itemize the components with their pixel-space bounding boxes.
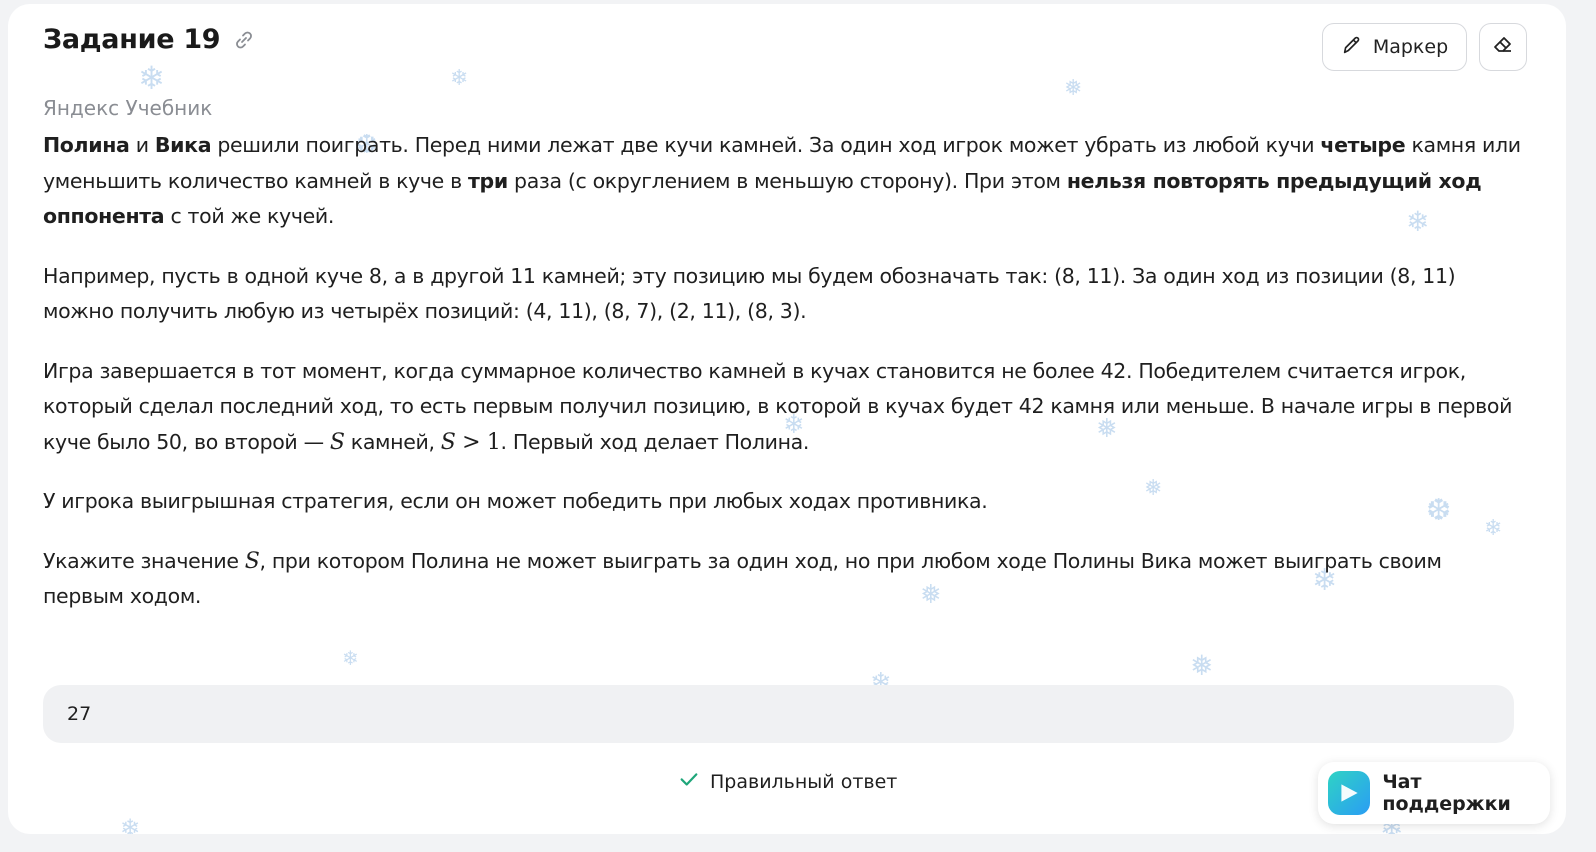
problem-question: Укажите значение S, при котором Полина н… [43,544,1523,615]
check-icon [678,768,700,795]
problem-text: Полина и Вика решили поиграть. Перед ним… [43,128,1523,639]
support-chat-label: Чат поддержки [1382,771,1511,815]
snowflake-icon: ❄ [450,66,469,91]
text: камней, [344,429,441,454]
math-expression: > 1 [455,429,501,455]
eraser-icon [1491,33,1515,61]
text: раза (с округлением в меньшую сторону). … [507,168,1067,193]
answer-value: 27 [67,703,92,725]
snowflake-icon: ❅ [1190,649,1214,682]
problem-paragraph: У игрока выигрышная стратегия, если он м… [43,489,988,513]
marker-button-label: Маркер [1372,36,1449,58]
marker-button[interactable]: Маркер [1322,23,1467,71]
snowflake-icon: ❄ [342,646,359,670]
snowflake-icon: ❄ [138,59,165,97]
math-variable: S [440,429,456,455]
answer-field[interactable]: 27 [43,685,1514,743]
task-card: ❄ ❄ ❅ ❆ ❄ ❄ ❅ ❅ ❆ ❄ ❄ ❅ ❄ ❅ ❄ ❄ ❅ ❄ ❄ За… [8,4,1566,834]
text-bold: три [468,168,508,193]
snowflake-icon: ❄ [120,814,141,834]
snowflake-icon: ❅ [1064,76,1083,101]
math-variable: S [329,429,345,455]
text-bold: Полина [43,133,130,157]
answer-status: Правильный ответ [678,768,897,795]
chat-logo-icon [1328,771,1371,815]
text: . Первый ход делает Полина. [500,429,810,454]
problem-paragraph: Полина и Вика решили поиграть. Перед ним… [43,128,1523,235]
eraser-button[interactable] [1479,23,1527,71]
task-header: Задание 19 [43,24,256,55]
task-title: Задание 19 [43,24,221,55]
text: решили поиграть. Перед ними лежат две ку… [211,133,1321,157]
task-source: Яндекс Учебник [43,96,213,120]
text: с той же кучей. [164,204,334,228]
text: и [129,133,155,157]
support-chat-button[interactable]: Чат поддержки [1318,762,1550,824]
answer-status-label: Правильный ответ [710,770,898,793]
link-icon[interactable] [232,28,256,52]
problem-paragraph: Например, пусть в одной куче 8, а в друг… [43,263,1456,324]
math-variable: S [244,548,260,574]
text-bold: Вика [154,133,212,157]
text-bold: четыре [1320,133,1406,157]
pencil-icon [1341,34,1363,61]
problem-paragraph: Игра завершается в тот момент, когда сум… [43,354,1523,461]
text: Укажите значение [43,548,245,573]
